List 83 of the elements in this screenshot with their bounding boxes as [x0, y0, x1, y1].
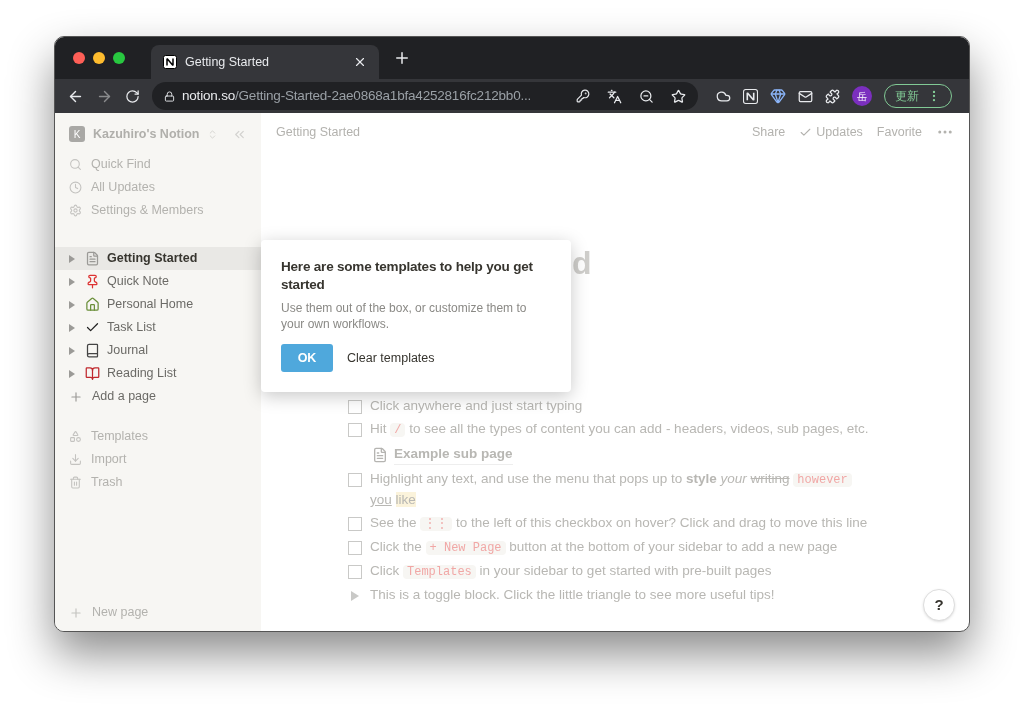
search-icon — [69, 158, 82, 171]
block-text: Highlight any text, and use the menu that pops up to — [370, 471, 684, 486]
triangle-icon[interactable] — [69, 369, 75, 378]
inline-code: / — [390, 423, 406, 437]
checkbox[interactable] — [348, 423, 362, 437]
strikethrough-text: writing — [750, 471, 790, 486]
checkbox[interactable] — [348, 473, 362, 487]
shapes-icon — [69, 430, 82, 443]
block-text: Hit — [370, 421, 388, 436]
popup-title: Here are some templates to help you get started — [281, 258, 534, 294]
document-icon — [372, 446, 388, 463]
block-text: to see all the types of content you can add - headers, videos, sub pages, etc. — [408, 421, 869, 436]
triangle-icon[interactable] — [69, 300, 75, 309]
checkbox[interactable] — [348, 565, 362, 579]
checkbox[interactable] — [348, 517, 362, 531]
block-text: Click — [370, 563, 401, 578]
bold-text: style — [685, 471, 717, 486]
new-tab-icon[interactable] — [393, 49, 411, 67]
translate-icon[interactable] — [607, 88, 622, 104]
page-item[interactable]: Task List — [55, 316, 261, 339]
block-text: Click anywhere and just start typing — [370, 398, 583, 413]
document-icon — [85, 251, 100, 266]
cloud-icon[interactable] — [716, 88, 731, 104]
page-item[interactable]: Journal — [55, 339, 261, 362]
maximize-window-icon[interactable] — [113, 52, 125, 64]
minimize-window-icon[interactable] — [93, 52, 105, 64]
inline-code: however — [793, 473, 852, 487]
lock-icon — [164, 90, 175, 102]
checkbox[interactable] — [348, 541, 362, 555]
download-icon — [69, 453, 82, 466]
key-icon[interactable] — [576, 89, 590, 103]
url-text: notion.so/Getting-Started-2ae0868a1bfa4252816fc212bb0... — [182, 86, 533, 105]
close-icon[interactable] — [353, 55, 367, 69]
trash-icon — [69, 476, 82, 489]
close-window-icon[interactable] — [73, 52, 85, 64]
diamond-icon[interactable] — [770, 88, 786, 104]
highlighted-text: like — [395, 492, 416, 507]
clock-icon — [69, 181, 82, 194]
triangle-icon[interactable] — [69, 254, 75, 263]
logo-icon[interactable] — [743, 88, 758, 104]
page-item[interactable]: Getting Started — [55, 247, 261, 270]
plus-icon — [69, 605, 83, 620]
block-text: button at the bottom of your sidebar to add a new page — [508, 539, 838, 554]
block-text: Click the — [370, 539, 423, 554]
reload-icon[interactable] — [125, 88, 140, 104]
inline-code: ⋮⋮ — [420, 517, 453, 531]
block-text: Example sub page — [394, 446, 513, 461]
checkbox[interactable] — [348, 400, 362, 414]
triangle-icon[interactable] — [69, 346, 75, 355]
block-text: to the left of this checkbox on hover? Click and drag to move this line — [455, 515, 868, 530]
envelope-icon[interactable] — [798, 88, 813, 104]
ok-button[interactable]: OK — [281, 344, 333, 372]
house-icon — [85, 297, 100, 312]
workspace-avatar: K — [69, 126, 85, 142]
italic-text: your — [720, 471, 747, 486]
book-icon — [85, 366, 100, 381]
clear-templates-button[interactable]: Clear templates — [347, 348, 435, 368]
notebook-icon — [85, 343, 100, 358]
star-icon[interactable] — [671, 88, 686, 104]
settings-icon — [69, 204, 82, 217]
help-button[interactable]: ? — [923, 589, 955, 621]
zoom-out-icon[interactable] — [639, 88, 654, 104]
inline-code: Templates — [403, 565, 476, 579]
popup-body: Use them out of the box, or customize them to your own workflows. — [281, 300, 528, 332]
pin-icon — [85, 274, 100, 289]
block-text: See the — [370, 515, 418, 530]
browser-tab[interactable]: Getting Started — [151, 45, 379, 79]
plus-icon — [69, 389, 83, 404]
page-item[interactable]: Quick Note — [55, 270, 261, 293]
add-page-link[interactable]: Add a page — [92, 387, 156, 406]
triangle-icon[interactable] — [69, 323, 75, 332]
profile-avatar[interactable]: 岳 — [852, 86, 872, 106]
logo-icon — [163, 55, 177, 69]
underlined-text: you — [370, 492, 392, 507]
tab-title: Getting Started — [185, 53, 271, 71]
extensions-icon[interactable] — [825, 88, 840, 104]
page-item[interactable]: Personal Home — [55, 293, 261, 316]
page-item[interactable]: Reading List — [55, 362, 261, 385]
triangle-icon[interactable] — [69, 277, 75, 286]
block-text: in your sidebar to get started with pre-built pages — [478, 563, 772, 578]
inline-code: + New Page — [425, 541, 506, 555]
block-text: This is a toggle block. Click the little triangle to see more useful tips! — [370, 587, 775, 602]
address-bar[interactable]: notion.so/Getting-Started-2ae0868a1bfa4252816fc212bb0... — [152, 82, 698, 110]
